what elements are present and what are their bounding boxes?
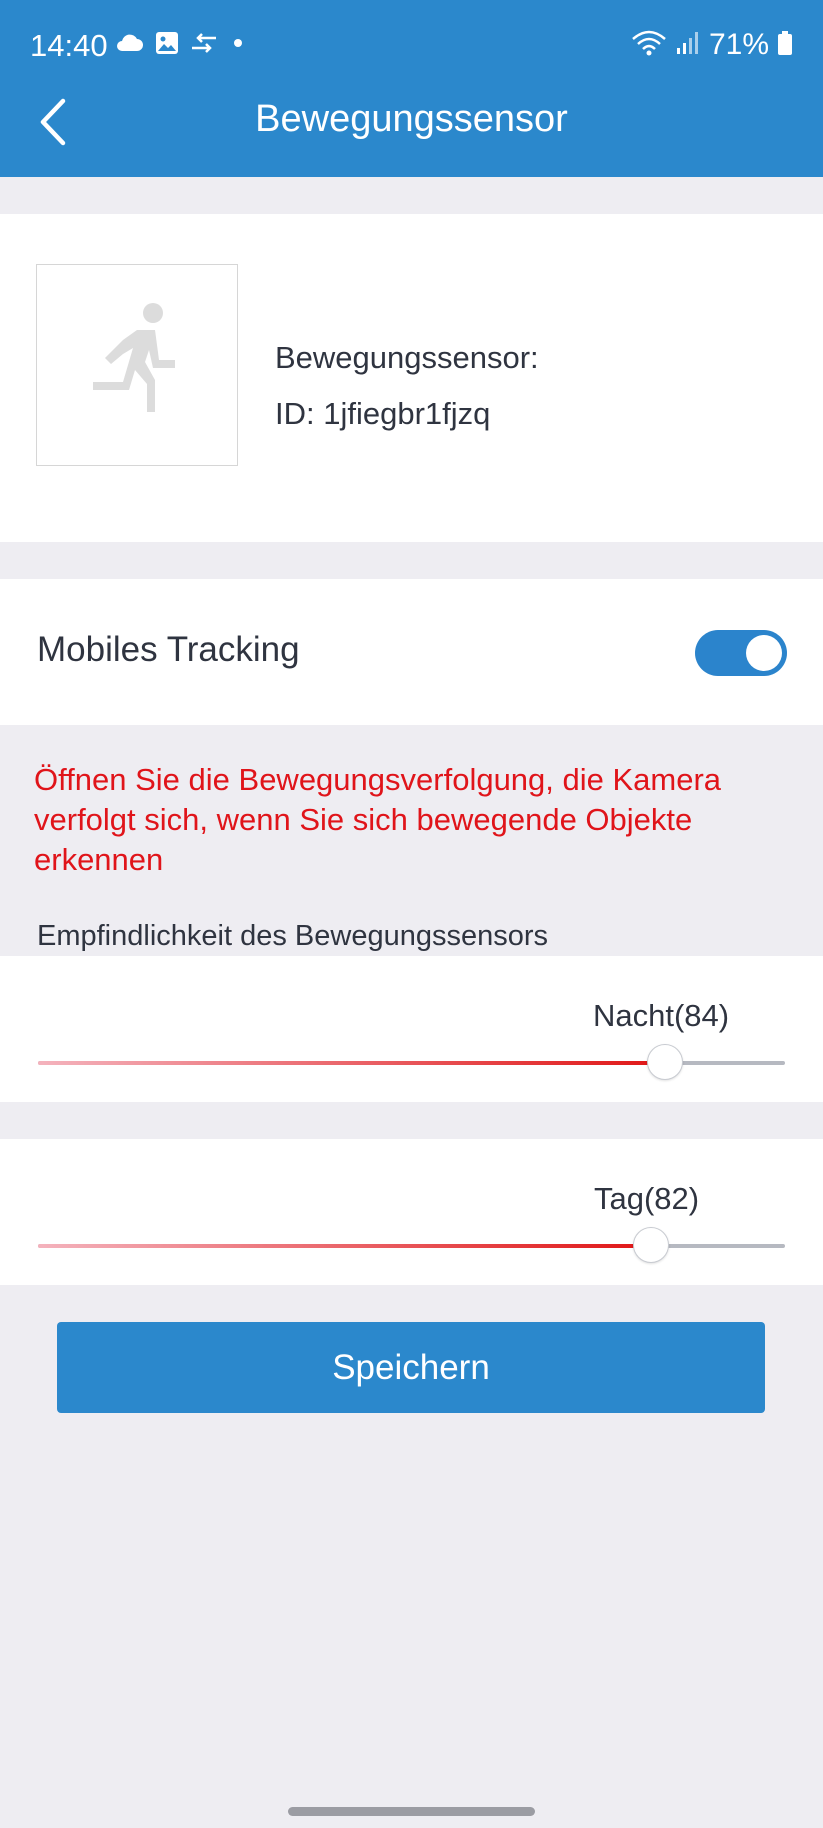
mobile-tracking-row: Mobiles Tracking	[0, 579, 823, 725]
device-thumbnail	[36, 264, 238, 466]
night-sensitivity-slider[interactable]	[38, 1044, 785, 1080]
sync-arrows-icon	[190, 32, 218, 59]
sensitivity-section-label: Empfindlichkeit des Bewegungssensors	[37, 920, 548, 952]
top-app-bar: 14:40 71% Bewegungssensor	[0, 0, 823, 177]
slider-thumb[interactable]	[647, 1044, 684, 1080]
day-sensitivity-value: Tag(82)	[594, 1181, 700, 1216]
device-name: Bewegungssensor:	[275, 340, 539, 375]
battery-percent: 71%	[708, 28, 769, 61]
save-button[interactable]: Speichern	[57, 1322, 765, 1413]
dot-icon	[228, 33, 248, 58]
running-person-icon	[87, 300, 187, 431]
cloud-icon	[114, 33, 144, 58]
night-sensitivity-value: Nacht(84)	[593, 998, 730, 1033]
status-time: 14:40	[30, 28, 108, 63]
day-sensitivity-card: Tag(82)	[0, 1139, 823, 1285]
mobile-tracking-label: Mobiles Tracking	[37, 630, 300, 669]
battery-icon	[777, 30, 793, 61]
signal-icon	[675, 30, 701, 61]
slider-fill	[38, 1061, 666, 1065]
tracking-warning-text: Öffnen Sie die Bewegungsverfolgung, die …	[34, 762, 722, 877]
slider-fill	[38, 1244, 651, 1248]
slider-thumb[interactable]	[632, 1227, 669, 1263]
status-icons-left	[114, 30, 248, 61]
device-info-card: Bewegungssensor: ID: 1jfiegbr1fjzq	[0, 214, 823, 542]
night-sensitivity-card: Nacht(84)	[0, 956, 823, 1102]
home-indicator[interactable]	[288, 1807, 535, 1816]
day-sensitivity-slider[interactable]	[38, 1227, 785, 1263]
toggle-knob	[746, 635, 782, 671]
status-icons-right: 71%	[631, 28, 793, 62]
gallery-icon	[154, 30, 180, 61]
device-id: ID: 1jfiegbr1fjzq	[275, 396, 491, 431]
wifi-icon	[631, 29, 667, 62]
mobile-tracking-toggle[interactable]	[695, 630, 787, 676]
title-bar: Bewegungssensor	[0, 92, 823, 177]
status-bar: 14:40 71%	[0, 0, 823, 92]
page-title: Bewegungssensor	[255, 98, 568, 140]
